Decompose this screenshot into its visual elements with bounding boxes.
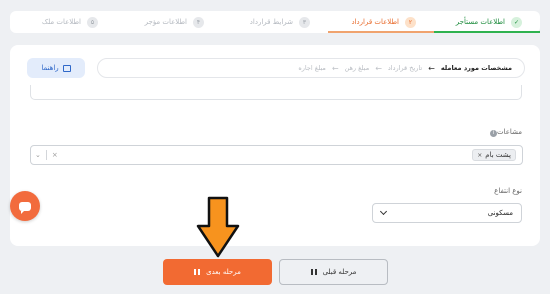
book-icon (62, 64, 71, 72)
pause-icon (310, 269, 317, 275)
step-contract-terms[interactable]: ۳ شرایط قرارداد (222, 11, 328, 33)
subnav-current[interactable]: مشخصات مورد معامله (441, 64, 512, 72)
tag-remove-icon[interactable]: × (477, 152, 482, 159)
chat-icon (19, 201, 31, 214)
prev-label: مرحله قبلی (322, 268, 357, 276)
next-step-button[interactable]: مرحله بعدی (163, 259, 272, 285)
divider (45, 150, 47, 160)
step-landlord-info[interactable]: ۴ اطلاعات مؤجر (116, 11, 222, 33)
chevron-down-icon[interactable]: ⌄ (35, 151, 41, 159)
step-number: ۵ (87, 16, 98, 28)
step-label: اطلاعات مؤجر (144, 18, 187, 26)
form-card: راهنما مشخصات مورد معامله ← تاریخ قراردا… (10, 45, 540, 246)
arrow-left-icon: ← (375, 63, 382, 73)
arrow-left-icon: ← (331, 63, 339, 73)
chat-button[interactable] (10, 191, 40, 221)
selected-tag: پشت بام × (472, 149, 516, 161)
multiselect-controls: × ⌄ (35, 146, 58, 164)
step-number: ۴ (193, 16, 204, 28)
chevron-down-icon (379, 207, 388, 216)
arrow-down-icon (196, 196, 240, 258)
step-label: شرایط قرارداد (249, 18, 293, 26)
step-label: اطلاعات مستأجر (455, 18, 505, 26)
next-label: مرحله بعدی (206, 268, 241, 276)
step-label: اطلاعات قرارداد (351, 18, 399, 26)
step-property-info[interactable]: ۵ اطلاعات ملک (10, 11, 116, 33)
usage-select[interactable]: مسکونی (372, 203, 522, 223)
amenities-multiselect[interactable]: پشت بام × × ⌄ (30, 145, 523, 165)
amenities-label: مشاعاتi (488, 128, 522, 137)
step-number: ۳ (299, 16, 310, 28)
check-icon: ✓ (511, 16, 522, 28)
clear-icon[interactable]: × (52, 151, 58, 159)
section-subnav: مشخصات مورد معامله ← تاریخ قرارداد ← مبل… (97, 58, 525, 78)
step-contract-info[interactable]: ۲ اطلاعات قرارداد (328, 11, 434, 33)
guide-label: راهنما (41, 64, 59, 72)
info-icon[interactable]: i (489, 130, 497, 137)
tag-label: پشت بام (485, 151, 511, 159)
usage-value: مسکونی (487, 209, 513, 217)
step-label: اطلاعات ملک (41, 18, 81, 26)
usage-label: نوع انتفاع (494, 187, 522, 195)
arrow-left-icon: ← (428, 63, 435, 73)
subnav-item-rent[interactable]: مبلغ اجاره (298, 64, 325, 72)
previous-step-button[interactable]: مرحله قبلی (279, 259, 388, 285)
guide-button[interactable]: راهنما (27, 58, 85, 78)
pause-icon (194, 269, 201, 275)
previous-field[interactable] (30, 85, 522, 100)
subnav-item-deposit[interactable]: مبلغ رهن (345, 64, 370, 72)
step-tenant-info[interactable]: ✓ اطلاعات مستأجر (434, 11, 540, 33)
progress-stepper: ✓ اطلاعات مستأجر ۲ اطلاعات قرارداد ۳ شرا… (10, 11, 540, 33)
subnav-item-contract-date[interactable]: تاریخ قرارداد (388, 64, 422, 72)
step-number: ۲ (405, 16, 416, 28)
